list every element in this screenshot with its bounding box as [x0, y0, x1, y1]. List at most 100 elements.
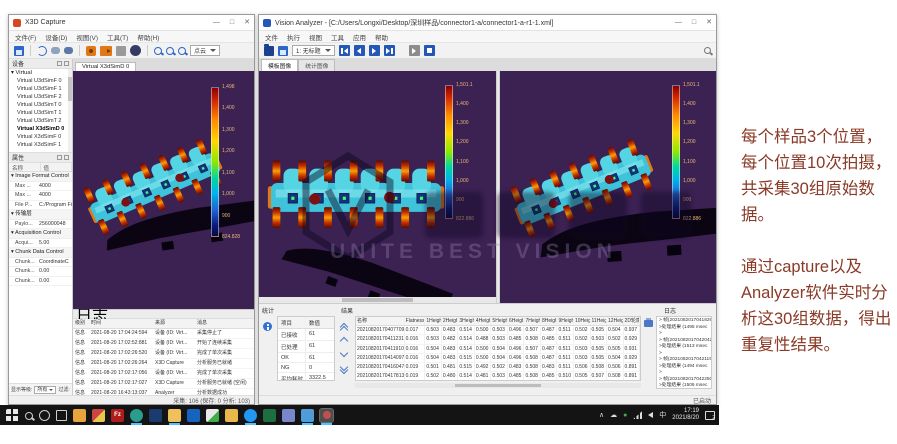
results-column-header[interactable]: 11Heig [591, 317, 608, 325]
tree-item-device[interactable]: Virtual U3dSimF 2 [9, 93, 72, 101]
search-icon[interactable] [704, 47, 711, 54]
app-filezilla-icon[interactable]: Fz [111, 409, 124, 422]
menu-item[interactable]: 视图 [309, 32, 322, 42]
last-row-icon[interactable] [341, 364, 348, 371]
log-column-header[interactable]: 消息 [195, 319, 254, 328]
close-icon[interactable] [64, 155, 69, 160]
property-row[interactable]: Paylo...256000048 [9, 220, 72, 230]
last-frame-button[interactable] [384, 45, 395, 56]
log-column-header[interactable]: 级别 [73, 319, 89, 328]
property-value[interactable]: 0.00 [39, 277, 72, 286]
analyzer-viewport-template[interactable]: 1,501.11,4001,3001,2001,1001,000900822.8… [259, 71, 496, 303]
menu-item[interactable]: 视图(V) [76, 32, 98, 42]
analyzer-titlebar[interactable]: Vision Analyzer - [C:/Users/Longxi/Deskt… [259, 15, 716, 31]
results-row[interactable]: 202108201704178130.0190.5020.4800.5140.4… [356, 372, 640, 381]
speaker-icon[interactable] [648, 412, 653, 418]
log-row[interactable]: 信息2021-08-20 17:02:26:264X3D Capture分析服务… [73, 359, 254, 369]
tree-scrollbar[interactable] [68, 69, 72, 152]
first-frame-button[interactable] [339, 45, 350, 56]
results-column-header[interactable]: 12Height [607, 317, 624, 325]
results-row[interactable]: 202108201704112310.0160.5030.4820.5140.4… [356, 335, 640, 344]
analyzer-maximize-button[interactable]: □ [692, 19, 696, 27]
property-value[interactable]: 4000 [39, 191, 72, 200]
capture-minimize-button[interactable]: — [213, 19, 220, 27]
results-column-header[interactable]: 名称 [356, 317, 405, 325]
open-file-icon[interactable] [264, 46, 274, 56]
tree-item-device[interactable]: Virtual U3dSimT 2 [9, 117, 72, 125]
printer-icon[interactable] [644, 320, 653, 327]
property-group[interactable]: ▾ Image Format Control [9, 172, 72, 182]
stats-column-header[interactable]: 项目 [278, 317, 306, 328]
record-icon[interactable] [130, 45, 141, 56]
run-button[interactable] [409, 45, 420, 56]
results-row[interactable]: 202108201704119100.0160.5040.4830.5140.5… [356, 345, 640, 354]
recipe-dropdown[interactable]: 1: 无标题 [292, 45, 335, 56]
property-row[interactable]: File P...C:/Program Fil... [9, 201, 72, 211]
start-button[interactable] [6, 409, 19, 422]
results-row[interactable]: 202108201704140970.0160.5040.4830.5150.5… [356, 354, 640, 363]
stats-row[interactable]: 平均耗时3322.5 [278, 373, 334, 381]
prev-frame-button[interactable] [354, 45, 365, 56]
property-value[interactable]: 256000048 [39, 220, 72, 229]
network-signal-icon[interactable] [633, 411, 642, 419]
property-row[interactable]: Max ...4000 [9, 182, 72, 192]
tree-item-device[interactable]: Virtual X3dSimF 1 [9, 141, 72, 149]
menu-item[interactable]: 文件 [265, 32, 278, 42]
results-row[interactable]: 202108201704077090.0170.5030.4830.5140.5… [356, 326, 640, 335]
capture-3d-viewport[interactable]: 1,4981,4001,3001,2001,1001,000900824.828 [73, 71, 254, 309]
stats-column-header[interactable]: 数值 [306, 317, 334, 328]
results-hscrollbar[interactable] [355, 383, 641, 388]
property-row[interactable]: Chunk...CoordinateC [9, 258, 72, 268]
results-column-header[interactable]: Flatness [405, 317, 426, 325]
tab-virtual-x3dsimd0[interactable]: Virtual X3dSimD 0 [75, 62, 136, 71]
tree-item-device[interactable]: Virtual U3dSimT 1 [9, 109, 72, 117]
property-group[interactable]: ▾ Chunk Data Control [9, 248, 72, 258]
analyzer-viewport-result[interactable]: 1,501.11,4001,3001,2001,1001,000900822.8… [500, 71, 716, 303]
log-column-header[interactable]: 来源 [153, 319, 195, 328]
app-file-explorer-icon[interactable] [168, 409, 181, 422]
name-column-header[interactable]: 名称 [9, 163, 41, 171]
disconnect-icon[interactable] [64, 47, 73, 54]
results-column-header[interactable]: 8Height [541, 317, 558, 325]
property-value[interactable]: C:/Program Fil... [39, 201, 72, 210]
snapshot-icon[interactable] [86, 46, 96, 56]
ime-indicator[interactable]: 中 [659, 410, 666, 420]
stop-button[interactable] [424, 45, 435, 56]
property-value[interactable]: 4000 [39, 182, 72, 191]
results-column-header[interactable]: 1Heigh [425, 317, 442, 325]
menu-item[interactable]: 帮助 [375, 32, 388, 42]
app-photos-icon[interactable] [301, 409, 314, 422]
tray-cloud-icon[interactable]: ☁ [610, 411, 617, 419]
continuous-capture-icon[interactable] [100, 46, 112, 56]
app-pencil-icon[interactable] [92, 409, 105, 422]
property-group[interactable]: ▾ 传输层 [9, 210, 72, 220]
tree-item-device[interactable]: Virtual X3dSimD 0 [9, 125, 72, 133]
tree-item-device[interactable]: Virtual U3dSimF 1 [9, 85, 72, 93]
menu-item[interactable]: 工具 [331, 32, 344, 42]
save-icon[interactable] [14, 46, 24, 56]
app-beer-icon[interactable] [225, 409, 238, 422]
menu-item[interactable]: 应用 [353, 32, 366, 42]
capture-titlebar[interactable]: X3D Capture — □ ✕ [9, 15, 254, 31]
tree-item-device[interactable]: Virtual U3dSimT 0 [9, 101, 72, 109]
cortana-icon[interactable] [39, 410, 50, 421]
stats-row[interactable]: 已接收61 [278, 329, 334, 341]
property-value[interactable]: CoordinateC [39, 258, 72, 267]
app-globe-icon[interactable] [244, 409, 257, 422]
log-row[interactable]: 信息2021-08-20 17:02:17:027X3D Capture分析服务… [73, 379, 254, 389]
stats-row[interactable]: OK61 [278, 353, 334, 363]
info-icon[interactable] [263, 322, 272, 331]
first-row-icon[interactable] [341, 322, 348, 329]
results-column-header[interactable]: 10Heig [574, 317, 591, 325]
results-column-header[interactable]: 2D轮廓 [624, 317, 641, 325]
stats-row[interactable]: 已处理61 [278, 341, 334, 353]
prev-row-icon[interactable] [341, 336, 348, 343]
app-edge-icon[interactable] [130, 409, 143, 422]
property-row[interactable]: Max ...4000 [9, 191, 72, 201]
zoom-fit-icon[interactable] [178, 47, 186, 55]
app-briefcase-icon[interactable] [149, 409, 162, 422]
collapse-icon[interactable] [57, 155, 62, 160]
app-active-capture-icon[interactable] [320, 409, 333, 422]
menu-item[interactable]: 执行 [287, 32, 300, 42]
menu-item[interactable]: 设备(D) [45, 32, 67, 42]
